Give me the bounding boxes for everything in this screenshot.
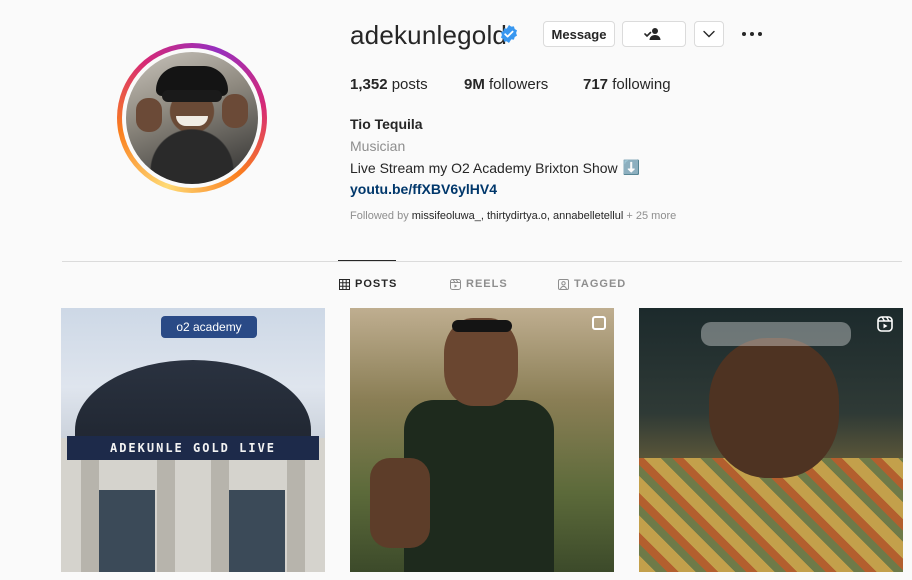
followers-count[interactable]: 9M followers (464, 76, 548, 93)
down-arrow-emoji: ⬇️ (622, 159, 641, 175)
more-options-icon[interactable] (740, 26, 764, 42)
grid-icon (339, 278, 350, 290)
tab-posts-label: POSTS (355, 278, 398, 290)
venue-sign: o2 academy (161, 316, 257, 338)
avatar-sunglasses (162, 90, 222, 102)
followed-by-names: missifeoluwa_, thirtydirtya.o, annabelle… (411, 210, 624, 222)
tabs-divider (62, 261, 902, 262)
following-count[interactable]: 717 following (583, 76, 671, 93)
person-check-icon (644, 28, 661, 40)
bio-text: Live Stream my O2 Academy Brixton Show ⬇… (350, 159, 640, 176)
followed-by[interactable]: Followed by missifeoluwa_, thirtydirtya.… (350, 210, 676, 222)
reel-icon (877, 316, 893, 332)
tab-reels-label: REELS (466, 278, 508, 290)
photo-sunglasses (452, 320, 512, 332)
following-count-value: 717 (583, 76, 609, 93)
followed-by-prefix: Followed by (350, 210, 409, 222)
bio-link[interactable]: youtu.be/ffXBV6ylHV4 (350, 181, 497, 197)
profile-username: adekunlegold (350, 20, 508, 50)
post-thumbnail[interactable]: o2 academy ADEKUNLE GOLD LIVE (61, 308, 325, 572)
bio-text-content: Live Stream my O2 Academy Brixton Show (350, 159, 618, 176)
photo-sunglasses (701, 322, 851, 346)
bio-display-name: Tio Tequila (350, 116, 423, 132)
suggested-accounts-button[interactable] (694, 21, 724, 47)
avatar-smile (176, 116, 208, 126)
post-thumbnail[interactable] (639, 308, 903, 572)
building-doorway (229, 490, 285, 572)
following-button[interactable] (622, 21, 686, 47)
following-count-label: following (612, 76, 671, 93)
building-column (157, 460, 175, 572)
marquee-sign: ADEKUNLE GOLD LIVE (67, 436, 319, 460)
chevron-down-icon (703, 30, 715, 38)
tagged-icon (558, 278, 569, 290)
building-doorway (99, 490, 155, 572)
reels-icon (450, 278, 461, 290)
tab-tagged[interactable]: TAGGED (558, 278, 626, 290)
tab-reels[interactable]: REELS (450, 278, 508, 290)
posts-count-label: posts (391, 76, 428, 93)
multi-image-icon (592, 316, 606, 330)
photo-figure-face (709, 338, 839, 478)
tab-tagged-label: TAGGED (574, 278, 627, 290)
avatar-hand-left (136, 98, 162, 132)
posts-count: 1,352 posts (350, 76, 428, 93)
building-column (287, 460, 305, 572)
tab-posts[interactable]: POSTS (339, 278, 397, 290)
avatar[interactable] (126, 52, 258, 184)
followers-count-value: 9M (464, 76, 485, 93)
message-button[interactable]: Message (543, 21, 615, 47)
building-column (81, 460, 99, 572)
active-tab-indicator (338, 260, 396, 261)
followers-count-label: followers (489, 76, 549, 93)
avatar-hand-right (222, 94, 248, 128)
post-thumbnail[interactable] (350, 308, 614, 572)
building-column (211, 460, 229, 572)
bio-category: Musician (350, 138, 406, 154)
followed-by-more: + 25 more (626, 210, 677, 222)
posts-count-value: 1,352 (350, 76, 388, 93)
photo-figure-arm (370, 458, 430, 548)
verified-badge-icon (501, 25, 517, 43)
